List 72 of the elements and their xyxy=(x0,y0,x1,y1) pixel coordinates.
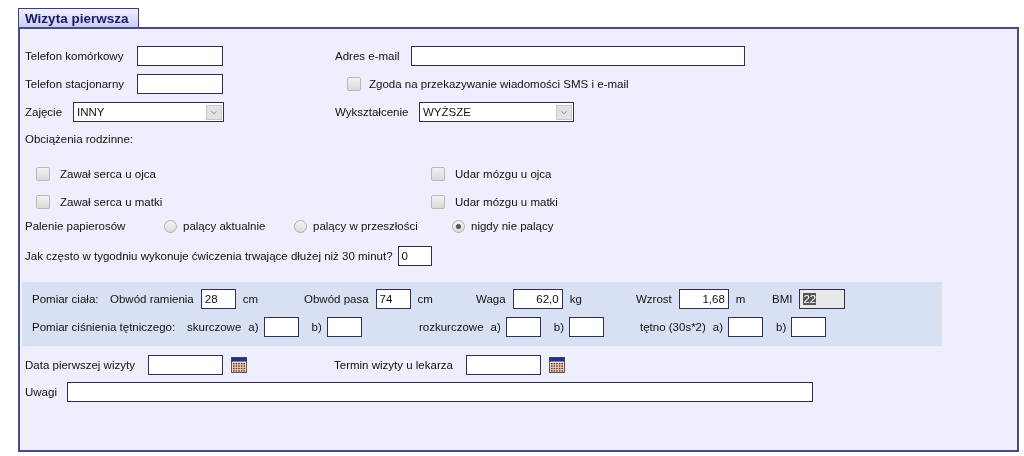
checkbox-label: Udar mózgu u ojca xyxy=(455,168,552,180)
field-label: Telefon stacjonarny xyxy=(25,78,125,90)
date-field[interactable] xyxy=(466,355,541,375)
tab[interactable]: Wizyta pierwsza xyxy=(18,8,140,27)
field-label: tętno (30s*2) xyxy=(640,321,706,333)
field-label: Obwód pasa xyxy=(304,293,369,305)
input-field[interactable] xyxy=(791,317,827,337)
caret-icon xyxy=(206,104,222,120)
checkbox-label: Zawał serca u ojca xyxy=(60,168,156,180)
input-field[interactable] xyxy=(137,74,223,94)
checkbox[interactable] xyxy=(431,195,445,209)
input-field[interactable]: 74 xyxy=(375,289,411,309)
input-field[interactable] xyxy=(137,46,223,66)
input-field[interactable]: 28 xyxy=(200,289,236,309)
checkbox-label: Zgoda na przekazywanie wiadomości SMS i e-mail xyxy=(369,78,629,90)
field-label: Palenie papierosów xyxy=(25,220,127,232)
checkbox[interactable] xyxy=(431,167,445,181)
field-label: Wykształcenie xyxy=(335,106,410,118)
field-label: BMI xyxy=(772,293,793,305)
field-label: Wzrost xyxy=(636,293,672,305)
section-label: Obciążenia rodzinne: xyxy=(25,133,134,145)
radio-button[interactable] xyxy=(452,219,465,233)
section-label: Pomiar ciśnienia tętniczego: xyxy=(32,321,177,333)
input-field[interactable] xyxy=(728,317,764,337)
field-label: a) xyxy=(490,321,501,333)
unit-label: m xyxy=(735,293,746,305)
field-label: b) xyxy=(776,321,787,333)
checkbox[interactable] xyxy=(36,195,50,209)
dropdown[interactable]: WYŻSZE xyxy=(419,102,574,122)
input-field[interactable]: 0 xyxy=(397,246,432,266)
checkbox-label: Udar mózgu u matki xyxy=(455,196,558,208)
field-label: rozkurczowe xyxy=(419,321,484,333)
input-field[interactable]: 62,0 xyxy=(512,289,563,309)
checkbox[interactable] xyxy=(347,77,361,91)
field-label: b) xyxy=(311,321,322,333)
section-label: Pomiar ciała: xyxy=(32,293,100,305)
field-label: skurczowe xyxy=(187,321,242,333)
input-field[interactable]: 1,68 xyxy=(678,289,729,309)
field-label: Zajęcie xyxy=(25,106,64,118)
input-field[interactable] xyxy=(326,317,362,337)
field-label: a) xyxy=(248,321,259,333)
calendar-icon[interactable] xyxy=(231,357,247,373)
field-label: a) xyxy=(712,321,724,333)
field-label: Data pierwszej wizyty xyxy=(25,359,136,371)
date-field[interactable] xyxy=(148,355,223,375)
unit-label: cm xyxy=(417,293,433,305)
field-label: Waga xyxy=(476,293,506,305)
field-label: b) xyxy=(553,321,565,333)
input-field[interactable] xyxy=(263,317,299,337)
field-label: Adres e-mail xyxy=(335,50,401,62)
radio-label: palący aktualnie xyxy=(183,220,266,232)
bmi-field: 22 xyxy=(799,289,846,309)
radio-label: palący w przeszłości xyxy=(313,220,418,232)
question-label: Jak często w tygodniu wykonuje ćwiczenia trwające dłużej niż 30 minut? xyxy=(25,250,393,262)
radio-button[interactable] xyxy=(164,219,177,233)
field-label: Termin wizyty u lekarza xyxy=(334,359,454,371)
radio-label: nigdy nie palący xyxy=(471,220,554,232)
calendar-icon[interactable] xyxy=(549,357,565,373)
checkbox[interactable] xyxy=(36,167,50,181)
radio-button[interactable] xyxy=(294,219,307,233)
dropdown[interactable]: INNY xyxy=(73,102,224,122)
caret-icon xyxy=(556,104,572,120)
input-field[interactable] xyxy=(505,317,541,337)
field-label: Telefon komórkowy xyxy=(25,50,125,62)
unit-label: cm xyxy=(242,293,259,305)
checkbox-label: Zawał serca u matki xyxy=(60,196,163,208)
input-field[interactable] xyxy=(411,46,745,66)
unit-label: kg xyxy=(569,293,582,305)
input-field[interactable] xyxy=(569,317,605,337)
input-field[interactable] xyxy=(67,382,813,402)
field-label: Uwagi xyxy=(25,386,55,398)
field-label: Obwód ramienia xyxy=(110,293,194,305)
